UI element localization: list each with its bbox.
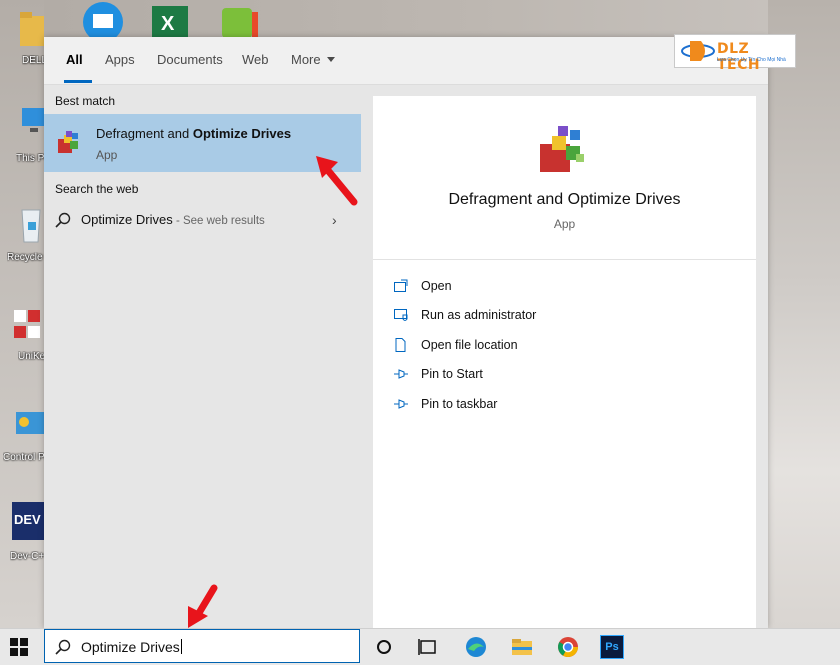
desktop-label-control-panel: Control Panel	[3, 452, 44, 463]
web-result-suffix: - See web results	[172, 215, 265, 227]
this-pc-icon[interactable]	[20, 106, 46, 142]
search-web-label: Search the web	[55, 182, 139, 196]
action-open[interactable]: Open	[393, 276, 693, 298]
monitor-icon[interactable]	[80, 2, 126, 38]
unikey-icon[interactable]	[12, 308, 44, 346]
tab-all[interactable]: All	[66, 52, 83, 67]
detail-type: App	[553, 217, 576, 231]
best-match-label: Best match	[55, 94, 116, 108]
tab-web[interactable]: Web	[242, 52, 269, 67]
active-tab-indicator	[64, 80, 92, 83]
tab-more[interactable]: More	[291, 52, 335, 67]
svg-text:DEV: DEV	[14, 512, 41, 527]
green-app-icon[interactable]	[218, 6, 262, 38]
desktop-wallpaper-right	[768, 0, 840, 628]
detail-divider	[373, 259, 756, 260]
recycle-bin-icon[interactable]	[16, 204, 44, 246]
action-run-as-admin[interactable]: Run as administrator	[393, 305, 693, 327]
task-view-icon[interactable]	[414, 633, 442, 661]
best-match-type: App	[96, 148, 118, 162]
photoshop-icon[interactable]: Ps	[600, 635, 624, 659]
action-open-label: Open	[421, 279, 452, 293]
detail-pane: Defragment and Optimize Drives App Open …	[373, 96, 756, 628]
chrome-icon[interactable]	[554, 633, 582, 661]
pin-icon	[394, 369, 408, 379]
excel-icon[interactable]: X	[148, 4, 192, 38]
watermark-tagline: Lựa Chọn Uy Tín Cho Mọi Nhà	[717, 57, 786, 63]
action-run-as-admin-label: Run as administrator	[421, 308, 537, 322]
best-match-title-prefix: Defragment and	[96, 126, 193, 141]
shield-icon	[394, 309, 408, 321]
web-result-item[interactable]: Optimize Drives - See web results ›	[44, 204, 361, 236]
web-result-text: Optimize Drives - See web results	[81, 212, 265, 227]
tab-more-label: More	[291, 52, 321, 67]
action-open-file-location-label: Open file location	[421, 338, 518, 352]
cortana-icon[interactable]	[370, 633, 398, 661]
file-location-icon	[395, 338, 406, 352]
search-query-text: Optimize Drives	[81, 639, 180, 655]
file-explorer-icon[interactable]	[508, 633, 536, 661]
dlz-logo-icon	[681, 41, 715, 61]
edge-icon[interactable]	[462, 633, 490, 661]
pin-icon	[394, 399, 408, 409]
taskbar: Optimize Drives Ps	[0, 628, 840, 665]
action-pin-to-taskbar-label: Pin to taskbar	[421, 397, 498, 411]
action-pin-to-start-label: Pin to Start	[421, 367, 483, 381]
best-match-title-bold: Optimize Drives	[192, 126, 292, 141]
control-panel-icon[interactable]	[14, 408, 44, 442]
watermark-logo: DLZ TECH Lựa Chọn Uy Tín Cho Mọi Nhà	[674, 34, 796, 73]
desktop-label-this-pc: This PC	[16, 153, 44, 164]
open-icon	[394, 279, 408, 292]
search-icon	[55, 212, 71, 228]
tab-apps[interactable]: Apps	[105, 52, 135, 67]
search-input[interactable]: Optimize Drives	[44, 629, 360, 663]
defrag-app-icon	[58, 131, 78, 153]
action-open-file-location[interactable]: Open file location	[393, 335, 693, 357]
search-icon	[55, 639, 71, 655]
search-input-value: Optimize Drives	[81, 639, 182, 655]
defrag-app-large-icon	[540, 126, 584, 172]
folder-icon[interactable]	[18, 8, 46, 48]
annotation-arrow-icon	[316, 156, 358, 206]
tab-documents[interactable]: Documents	[157, 52, 223, 67]
action-pin-to-taskbar[interactable]: Pin to taskbar	[393, 394, 693, 416]
text-cursor	[180, 639, 182, 654]
chevron-right-icon[interactable]: ›	[332, 212, 337, 228]
desktop-label-dell: DELL	[22, 55, 44, 66]
desktop-label-recycle-bin: Recycle Bin	[7, 252, 44, 263]
annotation-arrow-icon	[188, 584, 218, 628]
dev-cpp-icon[interactable]: DEV	[12, 502, 44, 542]
action-pin-to-start[interactable]: Pin to Start	[393, 364, 693, 386]
filter-tabs: All Apps Documents Web More DLZ TECH Lựa…	[44, 34, 796, 85]
windows-start-icon[interactable]	[9, 637, 29, 657]
chevron-down-icon	[326, 57, 335, 62]
search-panel: All Apps Documents Web More DLZ TECH Lựa…	[44, 34, 796, 628]
detail-title: Defragment and Optimize Drives	[448, 191, 681, 208]
desktop-label-unikey: UniKey	[18, 351, 44, 362]
web-result-query: Optimize Drives	[81, 212, 173, 227]
desktop-label-dev-cpp: Dev-C++	[10, 551, 44, 562]
svg-text:X: X	[161, 13, 175, 35]
best-match-title: Defragment and Optimize Drives	[96, 126, 291, 141]
